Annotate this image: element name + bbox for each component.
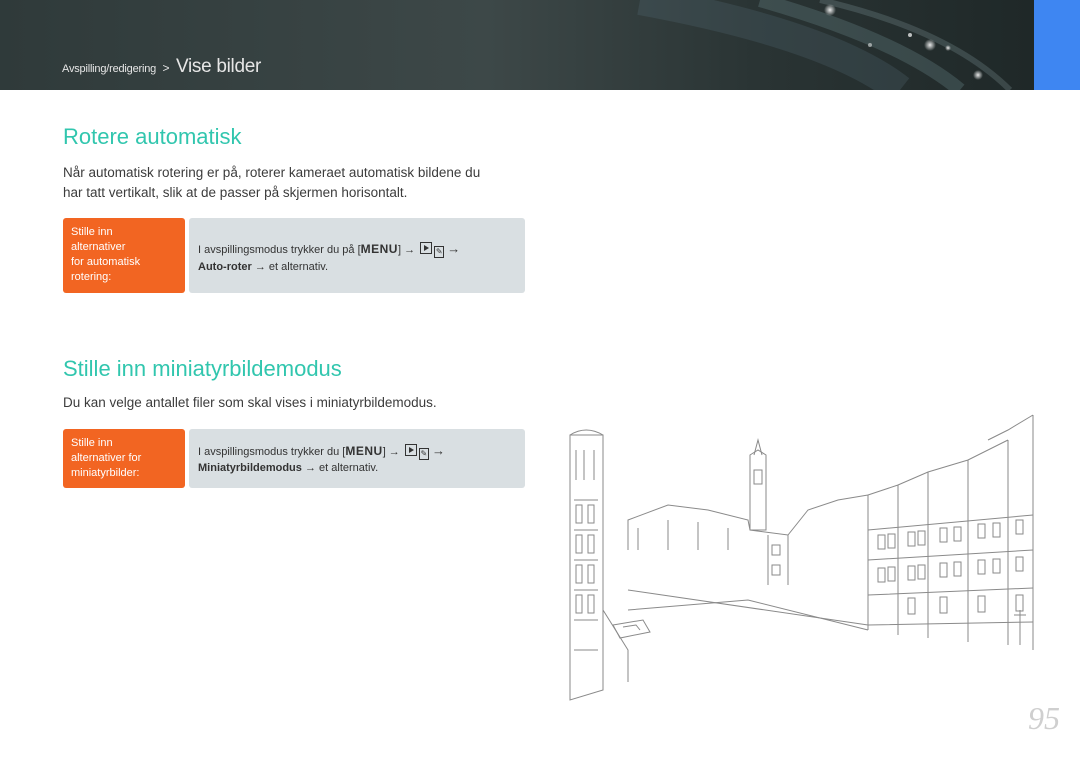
arrow: → xyxy=(447,241,461,256)
settings-label-thumbnail: Stille inn alternativer for miniatyrbild… xyxy=(63,429,185,488)
arrow: → xyxy=(431,443,445,458)
label-line: Stille inn xyxy=(71,226,113,238)
label-line: rotering: xyxy=(71,271,112,283)
option-suffix: → et alternativ. xyxy=(304,462,379,474)
label-line: Stille inn xyxy=(71,437,113,449)
breadcrumb-parent[interactable]: Avspilling/redigering xyxy=(62,63,156,75)
label-line: for automatisk xyxy=(71,256,141,268)
breadcrumb-separator: > xyxy=(162,61,170,75)
step-prefix: I avspillingsmodus trykker du på [ xyxy=(198,244,361,256)
description-line: Når automatisk rotering er på, roterer k… xyxy=(63,165,481,180)
description-line: har tatt vertikalt, slik at de passer på… xyxy=(63,185,408,200)
play-mode-icon xyxy=(420,242,433,254)
edit-mode-icon: ✎ xyxy=(418,448,429,460)
step-suffix: ] → xyxy=(382,446,400,458)
step-line-2: Auto-roter → et alternativ. xyxy=(198,258,328,276)
venice-canal-illustration xyxy=(569,414,1034,701)
label-line: alternativer xyxy=(71,241,126,253)
label-line: alternativer for xyxy=(71,452,142,464)
description-line: Du kan velge antallet filer som skal vis… xyxy=(63,395,437,410)
section-description-auto-rotate: Når automatisk rotering er på, roterer k… xyxy=(63,163,480,203)
settings-label-auto-rotate: Stille inn alternativer for automatisk r… xyxy=(63,218,185,293)
option-name: Auto-roter xyxy=(198,261,252,273)
option-name: Miniatyrbildemodus xyxy=(198,462,302,474)
step-instructions-auto-rotate: I avspillingsmodus trykker du på [MENU] … xyxy=(189,218,525,293)
section-description-thumbnail-mode: Du kan velge antallet filer som skal vis… xyxy=(63,393,437,413)
play-mode-icon xyxy=(404,444,417,456)
step-prefix: I avspillingsmodus trykker du [ xyxy=(198,446,346,458)
option-suffix: → et alternativ. xyxy=(254,261,329,273)
chapter-tab[interactable] xyxy=(1034,0,1080,90)
step-instructions-thumbnail: I avspillingsmodus trykker du [MENU] → ✎… xyxy=(189,429,525,488)
label-line: miniatyrbilder: xyxy=(71,467,140,479)
step-line-2: Miniatyrbildemodus → et alternativ. xyxy=(198,459,378,477)
edit-mode-icon: ✎ xyxy=(434,246,445,258)
section-title-thumbnail-mode: Stille inn miniatyrbildemodus xyxy=(63,356,342,381)
breadcrumb-current: Vise bilder xyxy=(175,56,262,77)
breadcrumb: Avspilling/redigering > Vise bilder xyxy=(62,56,261,78)
page-number: 95 xyxy=(1028,700,1060,736)
section-title-auto-rotate: Rotere automatisk xyxy=(63,124,242,149)
step-line-1: I avspillingsmodus trykker du på [MENU] … xyxy=(198,240,460,259)
step-suffix: ] → xyxy=(397,244,416,256)
menu-key: MENU xyxy=(360,242,398,256)
menu-key: MENU xyxy=(345,444,383,458)
page-header: Avspilling/redigering > Vise bilder xyxy=(0,0,1080,90)
